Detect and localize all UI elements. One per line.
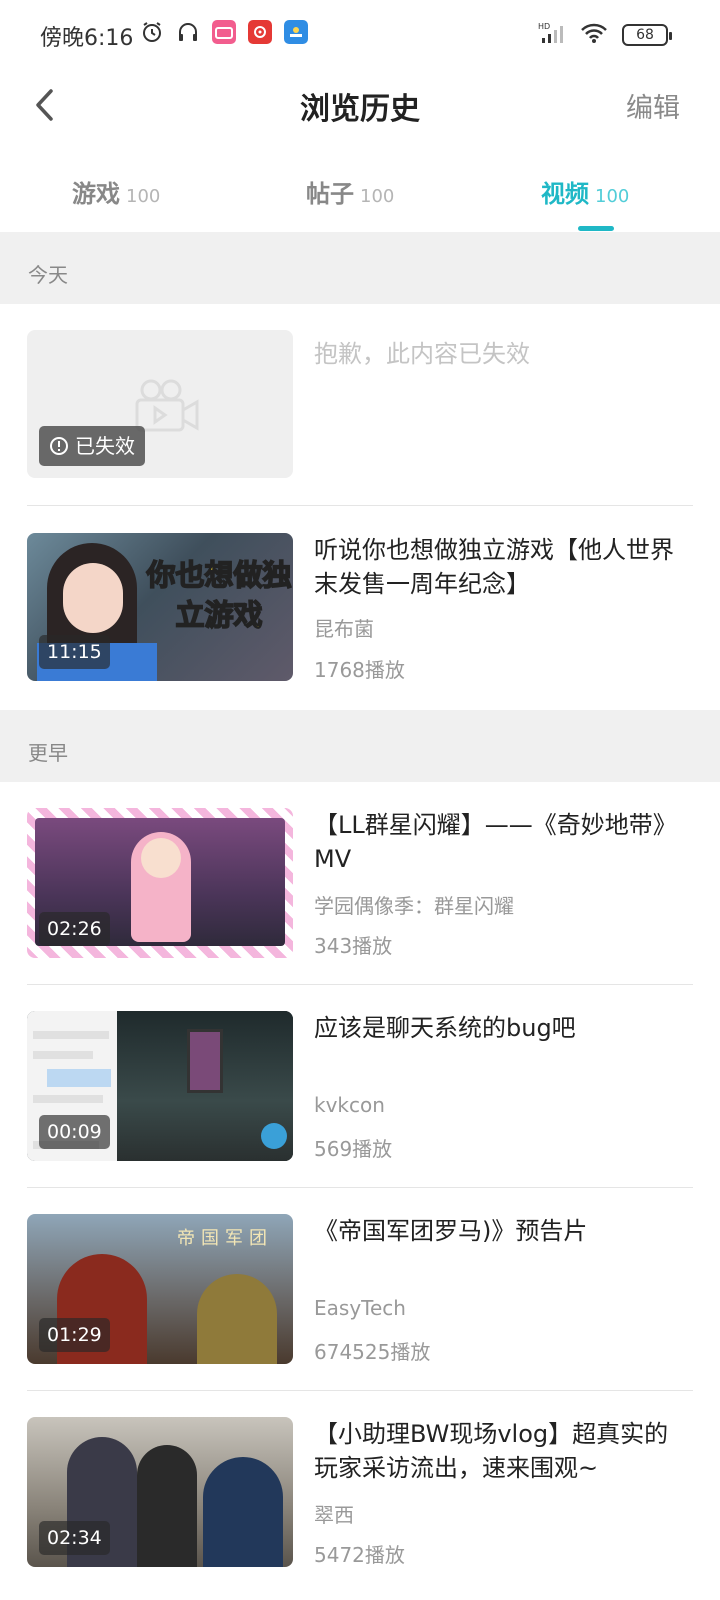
video-title: 【小助理BW现场vlog】超真实的玩家采访流出，速来围观~	[314, 1420, 669, 1482]
weather-app-icon	[284, 20, 308, 44]
video-author: 翠西	[314, 1503, 354, 1527]
tab-count: 100	[360, 186, 395, 207]
expired-badge: 已失效	[39, 426, 145, 466]
video-duration: 02:26	[39, 912, 110, 946]
page-title: 浏览历史	[300, 92, 420, 127]
section-label: 今天	[28, 263, 68, 287]
signal-icon: HD	[538, 22, 566, 48]
thumbnail-idol-face	[141, 838, 181, 878]
list-item-invalid[interactable]: 已失效 抱歉，此内容已失效	[27, 330, 693, 478]
status-system-icons: HD 68	[538, 22, 672, 48]
video-title: 应该是聊天系统的bug吧	[314, 1014, 576, 1042]
video-title: 《帝国军团罗马)》预告片	[314, 1217, 588, 1245]
status-time: 傍晚6:16	[40, 26, 134, 51]
edit-button[interactable]: 编辑	[626, 86, 680, 125]
video-author: 学园偶像季：群星闪耀	[314, 894, 514, 918]
video-thumbnail: 帝国军团 01:29	[27, 1214, 293, 1364]
video-title: 【LL群星闪耀】——《奇妙地带》MV	[314, 811, 677, 873]
video-play-count: 1768播放	[314, 658, 405, 682]
tab-count: 100	[595, 186, 630, 207]
video-thumbnail: 00:09	[27, 1011, 293, 1161]
video-duration: 00:09	[39, 1115, 110, 1149]
list-item-video[interactable]: 02:26 【LL群星闪耀】——《奇妙地带》MV 学园偶像季：群星闪耀 343播…	[27, 808, 693, 958]
divider	[27, 984, 693, 985]
headphones-icon	[176, 20, 200, 44]
network-label: HD	[538, 22, 550, 31]
alarm-icon	[140, 20, 164, 44]
video-duration: 11:15	[39, 635, 110, 669]
wifi-icon	[580, 22, 608, 48]
section-header-today: 今天	[0, 232, 720, 304]
expired-message: 抱歉，此内容已失效	[314, 340, 530, 368]
thumbnail-game-door	[187, 1029, 223, 1093]
section-label: 更早	[28, 741, 68, 765]
thumbnail-overlay-text: 帝国军团	[177, 1228, 273, 1249]
thumbnail-person-2	[137, 1445, 197, 1567]
top-app-bar: 浏览历史 编辑	[0, 70, 720, 140]
video-duration: 02:34	[39, 1521, 110, 1555]
divider	[27, 1187, 693, 1188]
divider	[27, 505, 693, 506]
video-author: EasyTech	[314, 1296, 406, 1320]
netease-music-icon	[248, 20, 272, 44]
thumbnail-person-3	[203, 1457, 283, 1567]
tab-label: 视频	[541, 180, 589, 208]
tab-posts[interactable]: 帖子 100	[306, 174, 394, 209]
video-play-count: 569播放	[314, 1137, 393, 1161]
list-item-video[interactable]: 00:09 应该是聊天系统的bug吧 kvkcon 569播放	[27, 1011, 693, 1161]
active-tab-indicator	[578, 226, 614, 231]
status-bar: 傍晚6:16 HD 68	[0, 0, 720, 70]
thumbnail-warrior-figure	[197, 1274, 277, 1364]
category-tabs: 游戏 100 帖子 100 视频 100	[0, 160, 720, 232]
video-thumbnail: 你也想做独立游戏 11:15	[27, 533, 293, 681]
thumbnail-person-face	[63, 563, 123, 633]
video-author: kvkcon	[314, 1093, 385, 1117]
video-thumbnail: 02:34	[27, 1417, 293, 1567]
status-notification-icons	[140, 20, 308, 44]
battery-icon: 68	[622, 24, 672, 46]
list-item-video[interactable]: 帝国军团 01:29 《帝国军团罗马)》预告片 EasyTech 674525播…	[27, 1214, 693, 1364]
thumbnail-overlay-text: 你也想做独立游戏	[146, 557, 293, 633]
expired-badge-label: 已失效	[75, 434, 135, 458]
video-author: 昆布菌	[314, 617, 374, 641]
list-item-video[interactable]: 你也想做独立游戏 11:15 听说你也想做独立游戏【他人世界末发售一周年纪念】 …	[27, 533, 693, 682]
video-thumbnail-placeholder: 已失效	[27, 330, 293, 478]
divider	[27, 1390, 693, 1391]
thumbnail-game-button	[261, 1123, 287, 1149]
tab-count: 100	[126, 186, 161, 207]
tab-games[interactable]: 游戏 100	[72, 174, 160, 209]
tab-videos[interactable]: 视频 100	[541, 174, 629, 209]
video-play-count: 674525播放	[314, 1340, 431, 1364]
list-item-video[interactable]: 02:34 【小助理BW现场vlog】超真实的玩家采访流出，速来围观~ 翠西 5…	[27, 1417, 693, 1567]
video-duration: 01:29	[39, 1318, 110, 1352]
video-title: 听说你也想做独立游戏【他人世界末发售一周年纪念】	[314, 536, 674, 598]
video-thumbnail: 02:26	[27, 808, 293, 958]
section-header-earlier: 更早	[0, 710, 720, 782]
tab-label: 帖子	[306, 180, 354, 208]
bilibili-app-icon	[212, 20, 236, 44]
video-play-count: 5472播放	[314, 1543, 405, 1567]
video-play-count: 343播放	[314, 934, 393, 958]
tab-label: 游戏	[72, 180, 120, 208]
alert-circle-icon	[50, 437, 68, 455]
